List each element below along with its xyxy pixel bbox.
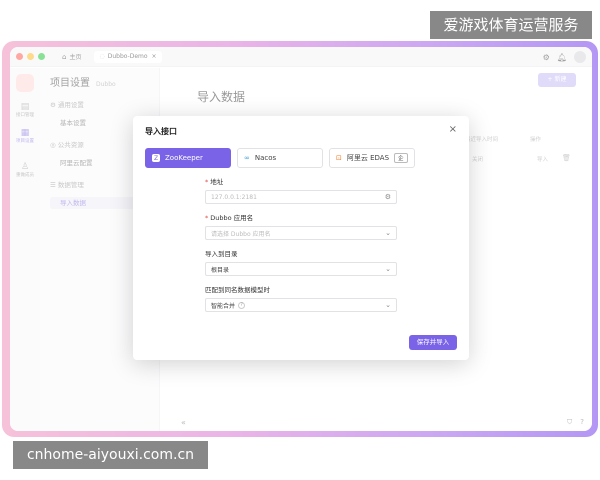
source-nacos[interactable]: ∞ Nacos: [237, 148, 323, 168]
address-input[interactable]: 127.0.0.1:2181 ⚙: [205, 190, 397, 204]
close-icon[interactable]: ×: [449, 124, 457, 135]
help-circle-icon[interactable]: ?: [238, 301, 246, 309]
import-dialog: 导入接口 × Z ZooKeeper ∞ Nacos ⊡ 阿里云 EDAS 企 …: [133, 116, 469, 360]
collapse-sidebar-icon[interactable]: «: [181, 418, 186, 427]
match-strategy-select[interactable]: 智能合并 ? ⌄: [205, 298, 397, 312]
status-icons: ⛉ ?: [567, 418, 584, 427]
help-icon[interactable]: ?: [580, 418, 584, 427]
target-folder-label: 导入到目录: [205, 250, 238, 258]
source-label: ZooKeeper: [165, 154, 203, 162]
app-name-label: * Dubbo 应用名: [205, 214, 254, 222]
target-folder-select[interactable]: 根目录 ⌄: [205, 262, 397, 276]
source-label: Nacos: [254, 154, 277, 162]
import-form: * 地址 127.0.0.1:2181 ⚙ * Dubbo 应用名 请选择 Dubb…: [205, 176, 457, 312]
match-strategy-label: 匹配到同名数据模型时: [205, 286, 270, 294]
chevron-down-icon: ⌄: [385, 229, 391, 237]
app-name-select[interactable]: 请选择 Dubbo 应用名 ⌄: [205, 226, 397, 240]
source-label: 阿里云 EDAS: [346, 154, 390, 162]
shield-icon[interactable]: ⛉: [567, 418, 572, 427]
source-selector: Z ZooKeeper ∞ Nacos ⊡ 阿里云 EDAS 企: [145, 148, 457, 168]
source-aliyun-edas[interactable]: ⊡ 阿里云 EDAS 企: [329, 148, 415, 168]
save-and-import-button[interactable]: 保存并导入: [409, 335, 457, 350]
address-label: * 地址: [205, 178, 224, 186]
chevron-down-icon: ⌄: [385, 265, 391, 273]
aliyun-icon: ⊡: [336, 154, 342, 162]
chevron-down-icon: ⌄: [385, 301, 391, 309]
zookeeper-icon: Z: [152, 154, 160, 162]
gear-icon[interactable]: ⚙: [385, 193, 391, 201]
watermark-bottom: cnhome-aiyouxi.com.cn: [13, 441, 208, 469]
nacos-icon: ∞: [244, 154, 250, 162]
enterprise-badge: 企: [394, 153, 408, 163]
source-zookeeper[interactable]: Z ZooKeeper: [145, 148, 231, 168]
watermark-top: 爱游戏体育运营服务: [430, 11, 592, 39]
dialog-title: 导入接口: [145, 127, 177, 136]
